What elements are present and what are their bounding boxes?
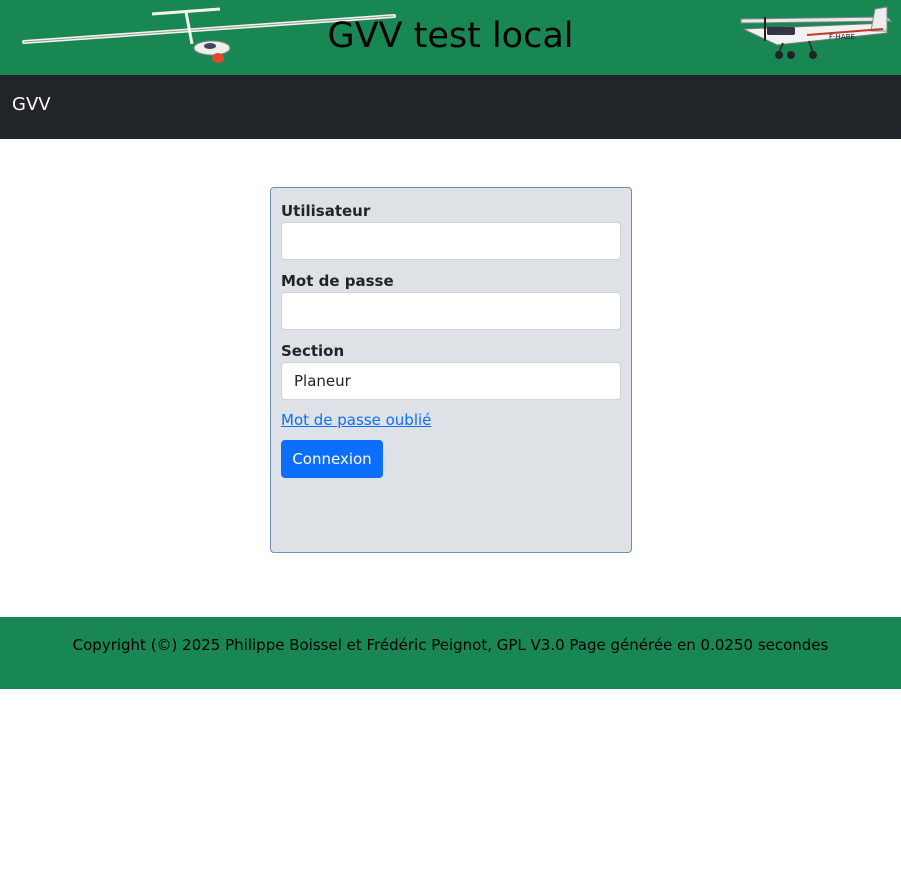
airplane-image: F-HABE xyxy=(740,6,893,59)
username-input[interactable] xyxy=(281,222,621,260)
password-label: Mot de passe xyxy=(281,272,394,290)
registration-mark: F-HABE xyxy=(829,33,855,41)
section-select[interactable]: Planeur xyxy=(281,362,621,400)
navbar: GVV xyxy=(0,75,901,139)
login-button[interactable]: Connexion xyxy=(281,440,383,478)
login-form: Utilisateur Mot de passe Section Planeur… xyxy=(270,187,632,553)
section-selected-value: Planeur xyxy=(294,372,351,390)
footer-copyright: Copyright (©) 2025 Philippe Boissel et F… xyxy=(72,636,829,654)
password-input[interactable] xyxy=(281,292,621,330)
forgot-password-link[interactable]: Mot de passe oublié xyxy=(281,410,431,430)
username-label: Utilisateur xyxy=(281,202,371,220)
footer: Copyright (©) 2025 Philippe Boissel et F… xyxy=(0,617,901,689)
section-label: Section xyxy=(281,342,345,360)
header-banner: GVV test local F-HABE xyxy=(0,0,901,75)
navbar-brand[interactable]: GVV xyxy=(12,93,51,117)
